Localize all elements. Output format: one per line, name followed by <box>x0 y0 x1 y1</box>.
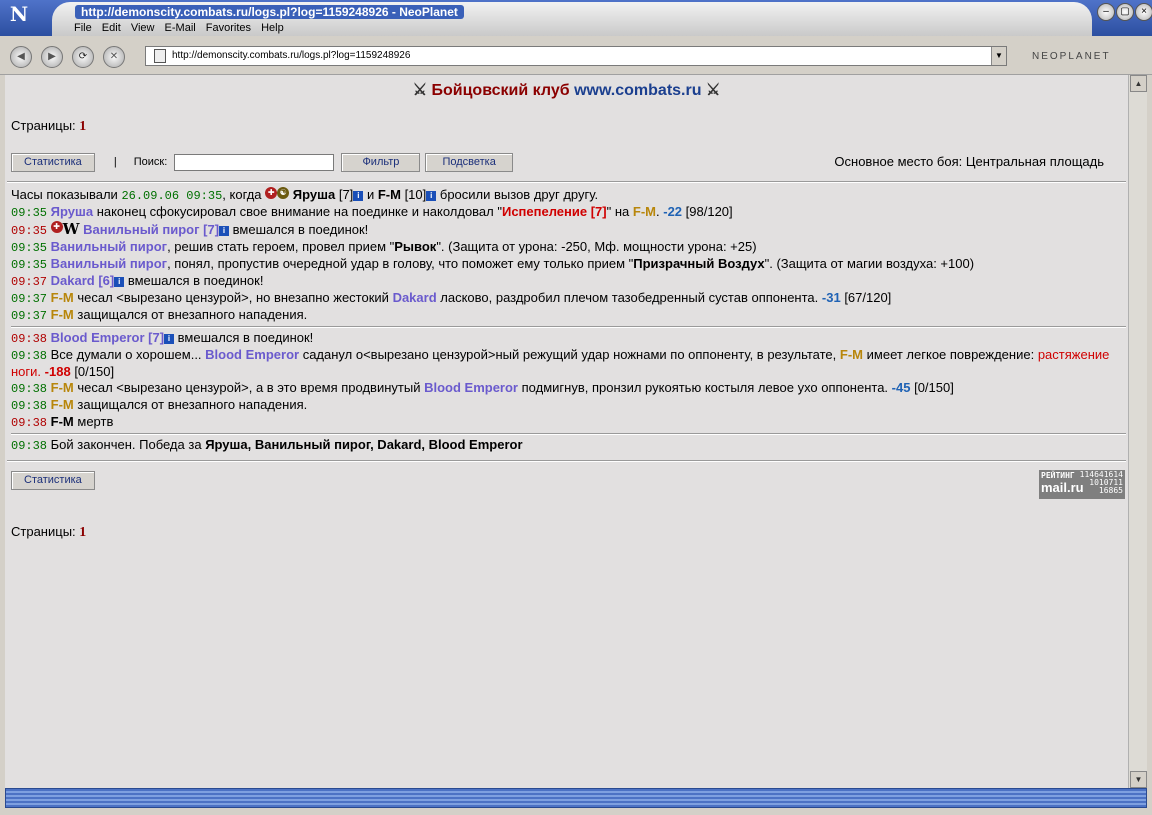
search-input[interactable] <box>174 153 335 171</box>
menu-bar: File Edit View E-Mail Favorites Help <box>74 22 291 34</box>
menu-help[interactable]: Help <box>261 22 284 34</box>
log-line: 09:37 F-M чесал <вырезано цензурой>, но … <box>11 290 892 306</box>
filter-button[interactable]: Фильтр <box>341 153 421 172</box>
vertical-scrollbar[interactable]: ▲ ▼ <box>1128 75 1147 788</box>
forward-icon[interactable]: ▶ <box>41 46 63 68</box>
align-icon: ☯ <box>277 187 290 199</box>
search-label: Поиск: <box>133 156 168 168</box>
stop-icon[interactable]: ✕ <box>103 46 125 68</box>
scroll-down-icon[interactable]: ▼ <box>1130 771 1147 788</box>
address-text: http://demonscity.combats.ru/logs.pl?log… <box>172 50 411 61</box>
neoplanet-logo-icon: N <box>9 2 29 26</box>
menu-edit[interactable]: Edit <box>102 22 121 34</box>
menu-email[interactable]: E-Mail <box>165 22 196 34</box>
header-site-link[interactable]: www.combats.ru <box>574 82 701 99</box>
log-line: 09:38 Все думали о хорошем... Blood Empe… <box>11 347 1110 379</box>
info-icon[interactable]: i <box>219 225 230 236</box>
address-bar[interactable]: http://demonscity.combats.ru/logs.pl?log… <box>145 46 1007 66</box>
divider <box>11 326 1126 328</box>
log-line: 09:38 Blood Emperor [7] i вмешался в поед… <box>11 330 314 346</box>
scroll-up-icon[interactable]: ▲ <box>1130 75 1147 92</box>
page-header: ⚔ Бойцовский клуб www.combats.ru ⚔ <box>5 80 1128 100</box>
close-icon[interactable]: × <box>1135 3 1152 21</box>
log-line: 09:38 F-M защищался от внезапного нападе… <box>11 397 308 413</box>
page-link-1[interactable]: 1 <box>79 525 86 540</box>
log-line: 09:35 Ванильный пирог, решив стать герое… <box>11 239 757 255</box>
navigation-toolbar: ◀ ▶ ⟳ ✕ http://demonscity.combats.ru/log… <box>0 36 1152 75</box>
page-link-1[interactable]: 1 <box>79 119 86 134</box>
footer-row: Статистика РЕЙТИНГ mail.ru 114641614 101… <box>11 470 1128 504</box>
controls-row: Статистика | Поиск: Фильтр Подсветка Осн… <box>11 153 1128 175</box>
battle-log: Часы показывали 26.09.06 09:35, когда ✚ ☯… <box>5 183 1128 454</box>
divider <box>7 460 1126 462</box>
header-club-title: Бойцовский клуб <box>431 82 570 99</box>
player-link[interactable]: Яруша <box>293 187 335 202</box>
log-line: 09:35 Ванильный пирог, понял, пропустив … <box>11 256 975 272</box>
window-title: http://demonscity.combats.ru/logs.pl?log… <box>75 5 464 19</box>
log-line: 09:35 ✚ W Ванильный пирог [7] i вмешался в… <box>11 220 369 238</box>
back-icon[interactable]: ◀ <box>10 46 32 68</box>
info-icon[interactable]: i <box>426 190 437 201</box>
status-bar <box>5 788 1147 808</box>
highlight-button[interactable]: Подсветка <box>425 153 513 172</box>
crossed-swords-icon: ⚔ <box>412 82 428 99</box>
log-line: 09:37 F-M защищался от внезапного нападе… <box>11 307 308 323</box>
clan-icon: ✚ <box>265 187 278 199</box>
stats-button-bottom[interactable]: Статистика <box>11 471 95 490</box>
pages-bottom: Страницы: 1 <box>11 524 87 540</box>
info-icon[interactable]: i <box>353 190 364 201</box>
clan-icon: ✚ <box>50 221 63 233</box>
info-icon[interactable]: i <box>164 333 175 344</box>
info-icon[interactable]: i <box>114 276 125 287</box>
minimize-icon[interactable]: – <box>1097 3 1115 21</box>
refresh-icon[interactable]: ⟳ <box>72 46 94 68</box>
menu-favorites[interactable]: Favorites <box>206 22 251 34</box>
order-icon: W <box>62 220 80 238</box>
mailru-rating-counter[interactable]: РЕЙТИНГ mail.ru 114641614 1010711 16865 <box>1039 470 1125 499</box>
log-line: 09:38 F-M мертв <box>11 414 114 430</box>
stats-button[interactable]: Статистика <box>11 153 95 172</box>
divider <box>11 433 1126 435</box>
brand-label: NEOPLANET <box>1032 51 1111 62</box>
player-link[interactable]: F-M <box>378 187 401 202</box>
log-line: 09:38 F-M чесал <вырезано цензурой>, а в… <box>11 380 954 396</box>
maximize-icon[interactable]: ▢ <box>1116 3 1134 21</box>
menu-file[interactable]: File <box>74 22 92 34</box>
log-line: 09:37 Dakard [6] i вмешался в поединок! <box>11 273 264 289</box>
menu-view[interactable]: View <box>131 22 155 34</box>
battle-place: Основное место боя: Центральная площадь <box>834 154 1104 169</box>
page-icon <box>154 49 166 63</box>
log-line: 09:35 Яруша наконец сфокусировал свое вн… <box>11 204 733 220</box>
log-line: 09:38 Бой закончен. Победа за Яруша, Ван… <box>11 437 523 453</box>
pages-top: Страницы: 1 <box>11 118 87 134</box>
crossed-swords-icon: ⚔ <box>705 82 721 99</box>
page-content: ⚔ Бойцовский клуб www.combats.ru ⚔ Стран… <box>5 75 1128 788</box>
title-bar: N http://demonscity.combats.ru/logs.pl?l… <box>0 0 1152 36</box>
address-dropdown-icon[interactable]: ▼ <box>991 47 1006 65</box>
log-line: Часы показывали 26.09.06 09:35, когда ✚ ☯… <box>11 187 599 203</box>
